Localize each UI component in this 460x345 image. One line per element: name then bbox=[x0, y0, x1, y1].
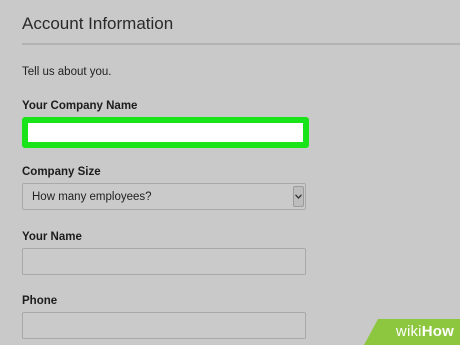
section-divider bbox=[22, 43, 460, 45]
intro-text: Tell us about you. bbox=[22, 66, 112, 78]
watermark-logo-text: wikiHow bbox=[396, 323, 454, 340]
phone-label: Phone bbox=[22, 295, 58, 307]
watermark-suffix: How bbox=[421, 323, 454, 340]
company-size-select[interactable]: How many employees? bbox=[22, 183, 306, 210]
watermark-prefix: wiki bbox=[395, 323, 422, 340]
phone-input[interactable] bbox=[22, 312, 306, 339]
section-title: Account Information bbox=[22, 14, 174, 33]
chevron-down-icon bbox=[295, 194, 302, 199]
your-name-input[interactable] bbox=[22, 248, 306, 275]
select-arrow-button[interactable] bbox=[293, 186, 304, 207]
company-size-selected-value: How many employees? bbox=[32, 191, 152, 203]
your-name-label: Your Name bbox=[22, 231, 82, 243]
company-name-label: Your Company Name bbox=[22, 100, 138, 112]
company-size-label: Company Size bbox=[22, 166, 101, 178]
company-name-input[interactable] bbox=[22, 117, 309, 148]
wikihow-watermark: wikiHow bbox=[364, 319, 460, 345]
